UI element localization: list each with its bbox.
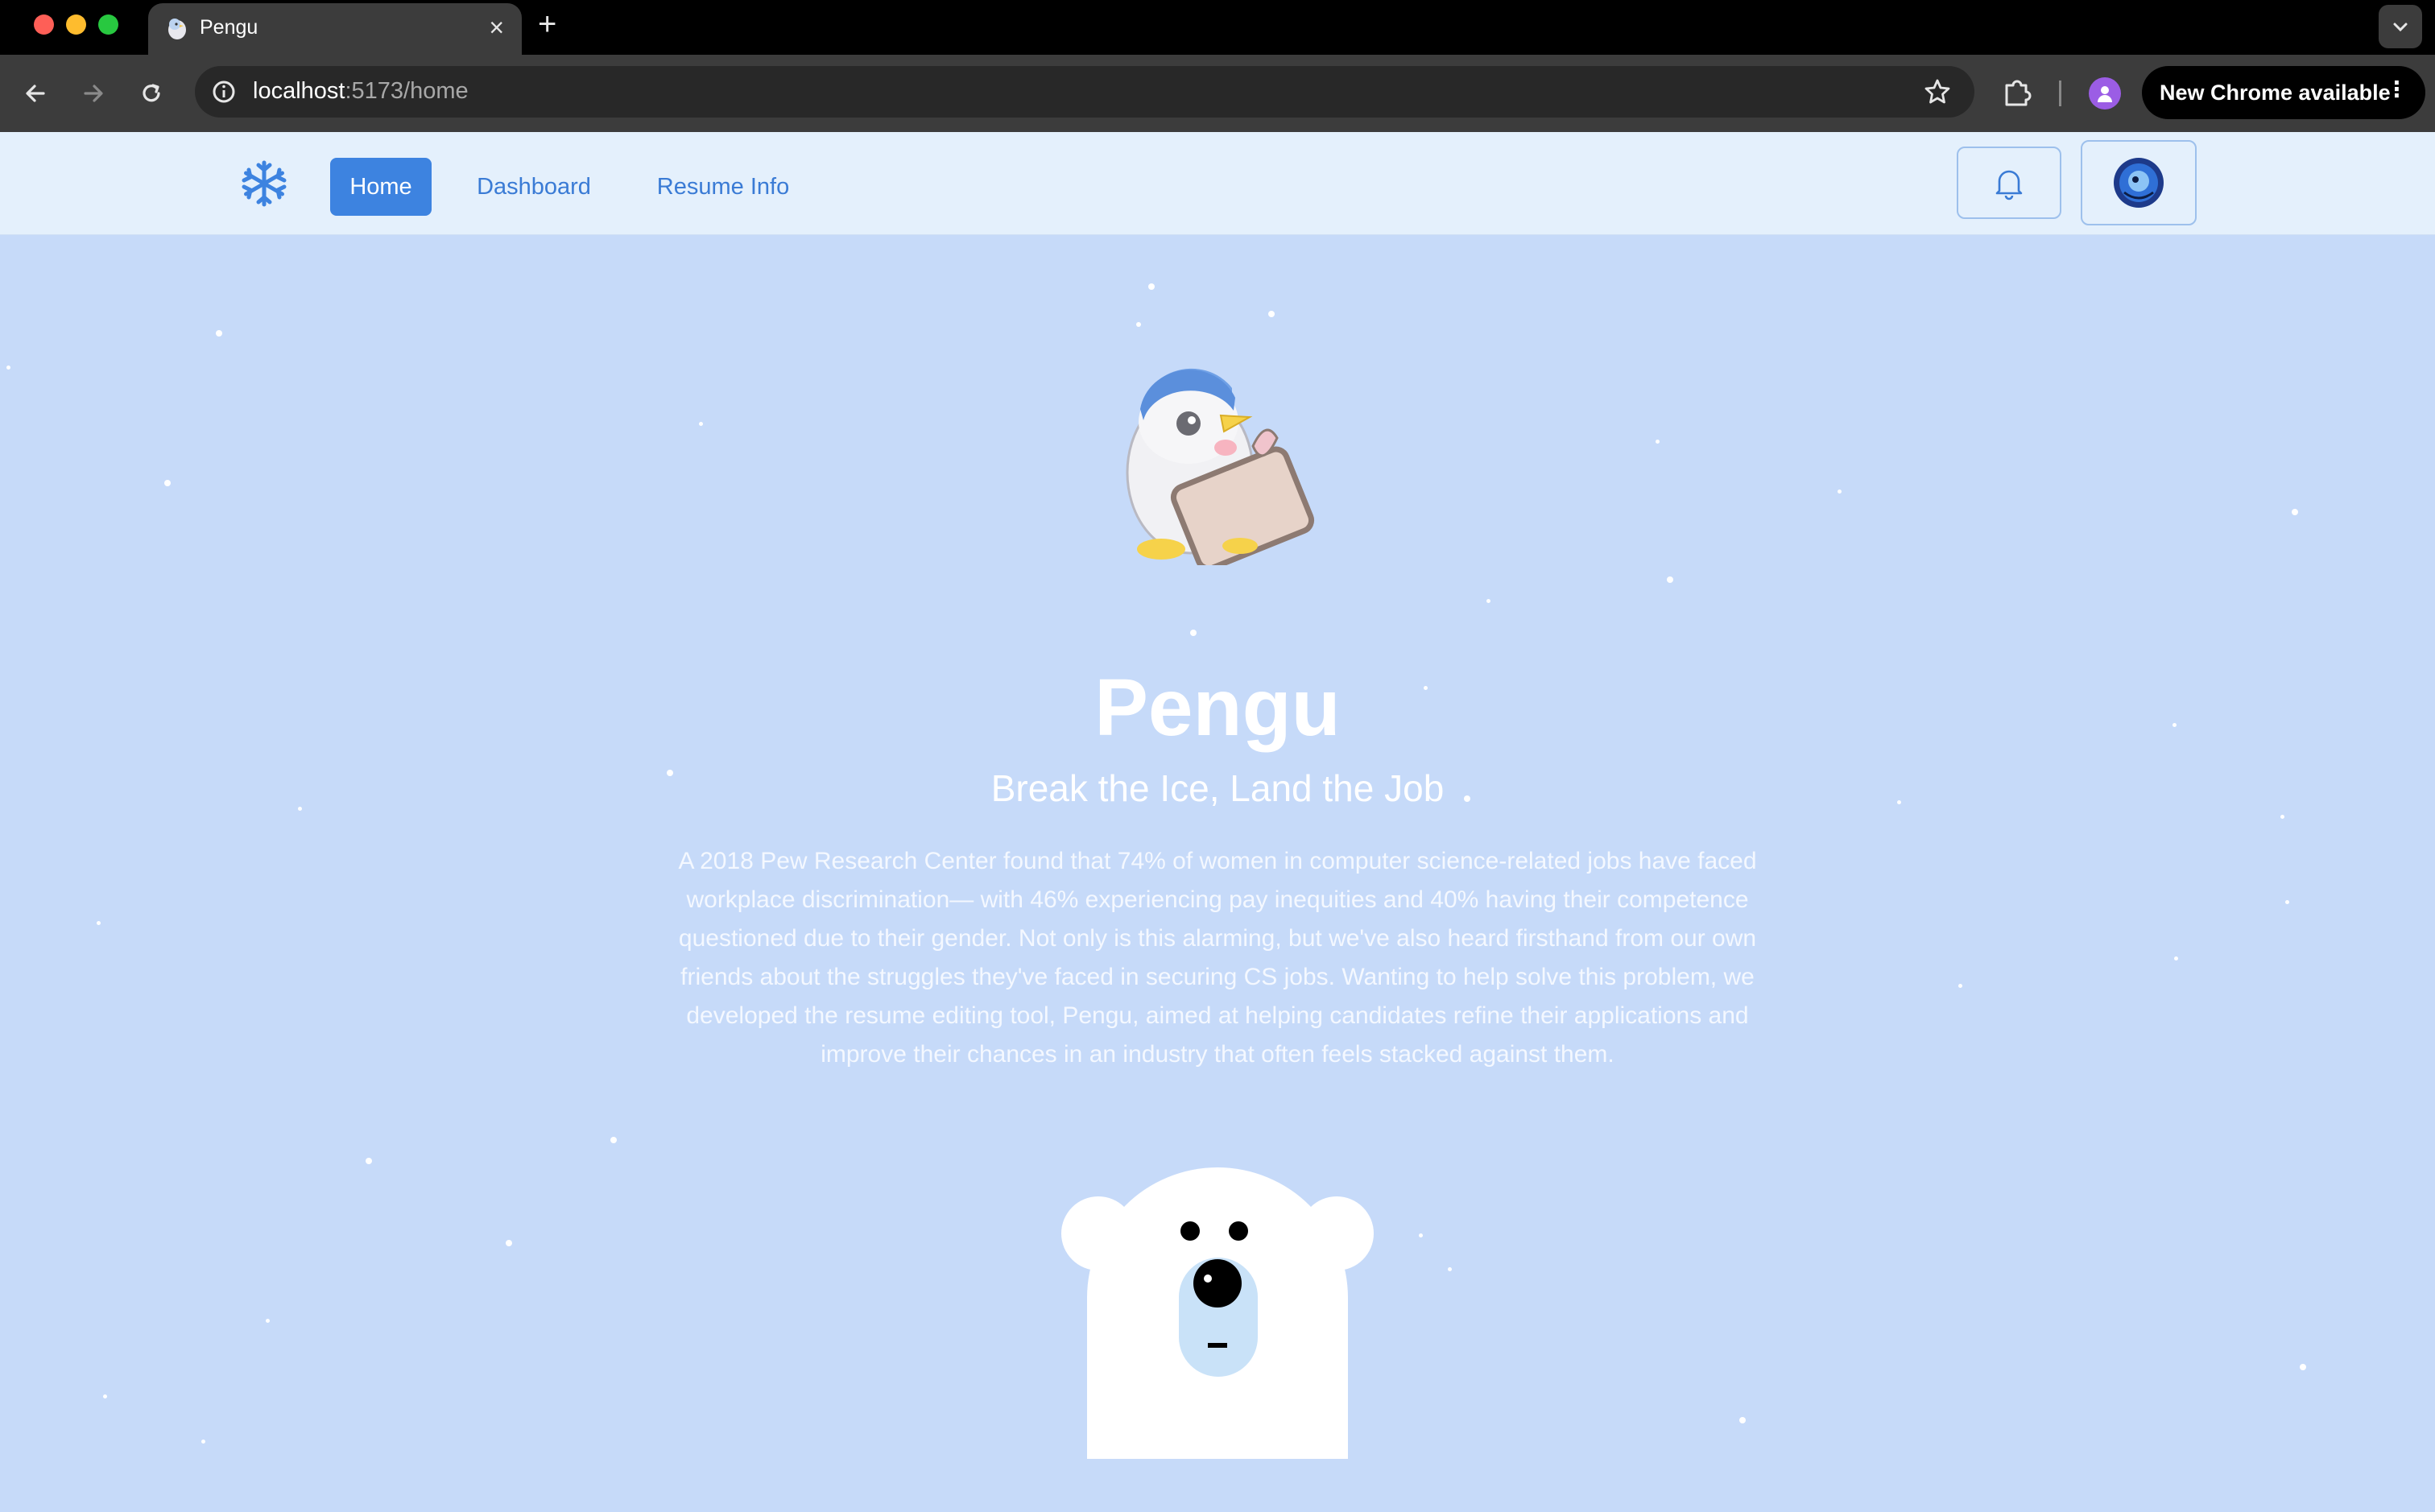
snowflake-icon[interactable]: [238, 158, 290, 209]
site-info-icon[interactable]: [208, 76, 240, 108]
user-avatar-button[interactable]: [2081, 140, 2197, 225]
reload-button[interactable]: [132, 74, 171, 113]
snow-dot: [1448, 1267, 1452, 1271]
tab-search-button[interactable]: [2379, 5, 2422, 48]
snow-dot: [1486, 599, 1490, 603]
snow-dot: [1667, 576, 1673, 583]
chrome-update-button[interactable]: New Chrome available ⋮: [2142, 66, 2425, 119]
snow-dot: [97, 921, 101, 925]
close-window-button[interactable]: [34, 14, 54, 35]
chrome-menu-icon[interactable]: ⋮: [2386, 77, 2408, 102]
snow-dot: [1656, 440, 1660, 444]
snow-dot: [103, 1394, 107, 1398]
penguin-favicon-icon: [168, 19, 186, 39]
snow-dot: [2285, 900, 2289, 904]
toolbar-divider: [2059, 81, 2061, 106]
puzzle-icon[interactable]: [1999, 74, 2036, 111]
notifications-button[interactable]: [1957, 147, 2061, 219]
tab-close-button[interactable]: ×: [489, 13, 504, 42]
snow-dot: [366, 1158, 372, 1164]
back-button[interactable]: [16, 74, 55, 113]
snow-dot: [2174, 956, 2178, 960]
snow-dot: [216, 330, 222, 337]
hero-section: Pengu Break the Ice, Land the Job A 2018…: [0, 235, 2435, 1512]
snow-dot: [1838, 490, 1842, 494]
mission-paragraph: A 2018 Pew Research Center found that 74…: [678, 848, 1757, 1068]
chevron-down-icon: [2393, 23, 2408, 32]
snow-dot: [1148, 283, 1155, 290]
app-header: Home Dashboard Resume Info: [0, 132, 2435, 235]
arrow-left-icon: [26, 85, 45, 102]
snow-dot: [1136, 322, 1141, 327]
arrow-right-icon: [84, 85, 103, 102]
reload-icon: [143, 84, 160, 102]
snow-dot: [164, 480, 171, 486]
snow-dot: [1419, 1233, 1423, 1237]
snow-dot: [1190, 630, 1197, 636]
new-tab-button[interactable]: +: [538, 6, 556, 42]
polar-bear-icon: [1061, 1167, 1374, 1459]
browser-toolbar: localhost:5173/home New Chrome available…: [0, 55, 2435, 132]
penguin-mascot-icon: [1126, 368, 1315, 565]
snow-dot: [1268, 311, 1275, 317]
snow-dot: [266, 1319, 270, 1323]
minimize-window-button[interactable]: [66, 14, 86, 35]
browser-profile-button[interactable]: [2089, 77, 2121, 109]
address-bar[interactable]: localhost:5173/home: [195, 66, 1974, 118]
page-title: Pengu: [1094, 663, 1341, 753]
url-text[interactable]: localhost:5173/home: [253, 78, 469, 105]
nav-resume-info-link[interactable]: Resume Info: [651, 158, 796, 216]
snow-dot: [610, 1137, 617, 1143]
snow-dot: [201, 1440, 205, 1444]
snow-dot: [699, 422, 703, 426]
tab-title: Pengu: [200, 16, 258, 39]
url-host: localhost: [253, 78, 345, 104]
browser-tab-strip: Pengu × +: [0, 0, 2435, 55]
maximize-window-button[interactable]: [98, 14, 118, 35]
snow-dot: [2292, 509, 2298, 515]
page-subtitle: Break the Ice, Land the Job: [990, 767, 1445, 809]
url-path: :5173/home: [345, 78, 469, 104]
forward-button[interactable]: [74, 74, 113, 113]
snow-dot: [506, 1240, 512, 1246]
bell-icon: [1995, 170, 2023, 200]
star-icon[interactable]: [1921, 76, 1953, 108]
browser-tab[interactable]: Pengu ×: [148, 3, 522, 55]
snow-dot: [6, 366, 10, 370]
snow-dot: [1958, 984, 1962, 988]
nav-dashboard-link[interactable]: Dashboard: [467, 158, 601, 216]
nav-home-button[interactable]: Home: [330, 158, 432, 216]
snow-dot: [1739, 1417, 1746, 1423]
snow-dot: [2280, 815, 2284, 819]
update-label: New Chrome available: [2160, 80, 2391, 105]
profile-avatar-icon: [2098, 86, 2112, 102]
snow-dot: [2300, 1364, 2306, 1370]
avatar-icon: [2114, 158, 2164, 208]
